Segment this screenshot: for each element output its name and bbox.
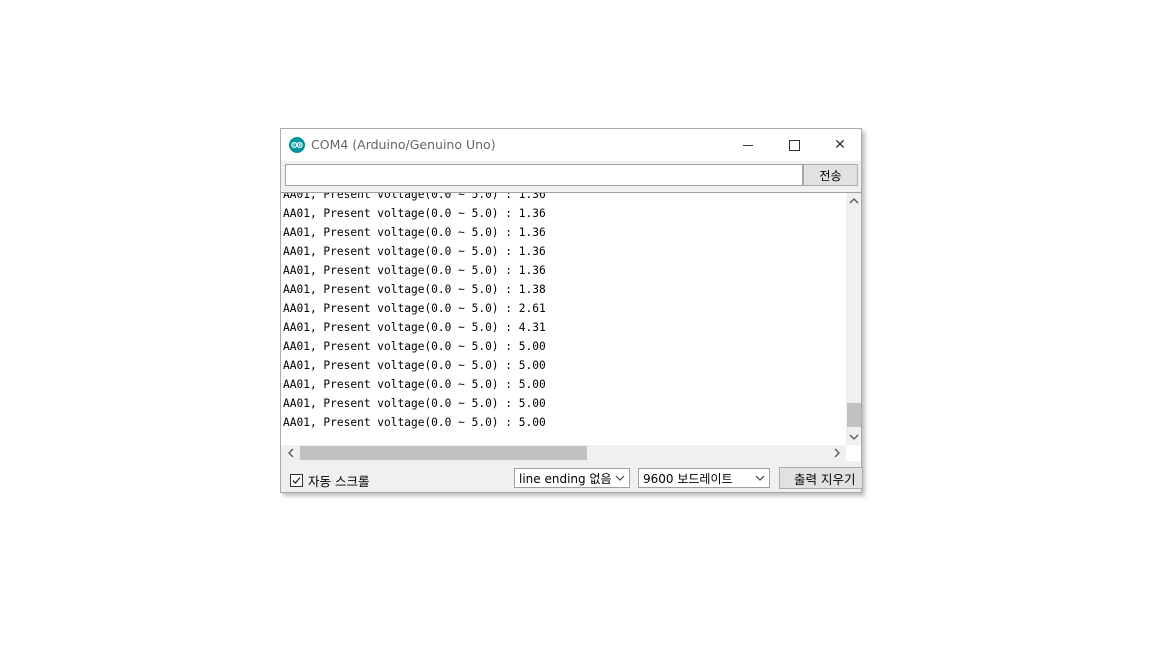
title-bar[interactable]: COM4 (Arduino/Genuino Uno) ✕ [281,129,861,161]
chevron-down-icon [615,471,625,488]
maximize-icon [788,139,800,151]
log-line: AA01, Present voltage(0.0 ~ 5.0) : 1.36 [283,192,546,201]
maximize-button[interactable] [771,129,817,161]
chevron-left-icon[interactable] [283,445,299,461]
serial-output[interactable]: AA01, Present voltage(0.0 ~ 5.0) : 1.36 A… [281,192,861,461]
footer-toolbar: 자동 스크롤 line ending 없음 9600 보드레이트 출력 지우기 [281,461,863,492]
close-icon: ✕ [834,137,846,153]
window-title: COM4 (Arduino/Genuino Uno) [311,137,496,152]
horizontal-scrollbar[interactable] [281,445,846,461]
send-input[interactable] [285,164,803,186]
minimize-icon [743,144,753,146]
line-ending-select[interactable]: line ending 없음 [514,468,630,488]
vertical-scrollbar[interactable] [846,193,861,445]
vertical-scroll-thumb[interactable] [847,403,861,427]
log-line: AA01, Present voltage(0.0 ~ 5.0) : 1.36 [283,226,546,239]
baud-rate-select[interactable]: 9600 보드레이트 [638,468,770,488]
log-line: AA01, Present voltage(0.0 ~ 5.0) : 5.00 [283,340,546,353]
chevron-down-icon[interactable] [846,429,861,445]
send-button[interactable]: 전송 [803,164,858,186]
log-line: AA01, Present voltage(0.0 ~ 5.0) : 1.36 [283,245,546,258]
serial-monitor-window: COM4 (Arduino/Genuino Uno) ✕ 전송 AA01, Pr… [280,128,863,493]
log-line: AA01, Present voltage(0.0 ~ 5.0) : 5.00 [283,378,546,391]
log-line: AA01, Present voltage(0.0 ~ 5.0) : 4.31 [283,321,546,334]
autoscroll-label: 자동 스크롤 [308,474,370,489]
log-line: AA01, Present voltage(0.0 ~ 5.0) : 5.00 [283,416,546,429]
log-line: AA01, Present voltage(0.0 ~ 5.0) : 5.00 [283,397,546,410]
log-line: AA01, Present voltage(0.0 ~ 5.0) : 5.00 [283,359,546,372]
clear-output-button[interactable]: 출력 지우기 [779,467,863,489]
log-line: AA01, Present voltage(0.0 ~ 5.0) : 1.38 [283,283,546,296]
chevron-up-icon[interactable] [846,193,861,209]
log-line: AA01, Present voltage(0.0 ~ 5.0) : 1.36 [283,264,546,277]
minimize-button[interactable] [725,129,771,161]
chevron-down-icon [755,471,765,488]
log-line: AA01, Present voltage(0.0 ~ 5.0) : 2.61 [283,302,546,315]
close-button[interactable]: ✕ [817,129,863,161]
autoscroll-checkbox[interactable] [290,474,303,487]
autoscroll-toggle[interactable]: 자동 스크롤 [290,471,369,490]
serial-log: AA01, Present voltage(0.0 ~ 5.0) : 1.36 A… [283,192,546,432]
log-line: AA01, Present voltage(0.0 ~ 5.0) : 1.36 [283,207,546,220]
line-ending-value: line ending 없음 [519,471,612,486]
arduino-logo-icon [289,137,305,153]
chevron-right-icon[interactable] [829,445,845,461]
send-toolbar: 전송 [281,161,861,191]
baud-rate-value: 9600 보드레이트 [643,471,733,486]
horizontal-scroll-thumb[interactable] [300,446,587,460]
